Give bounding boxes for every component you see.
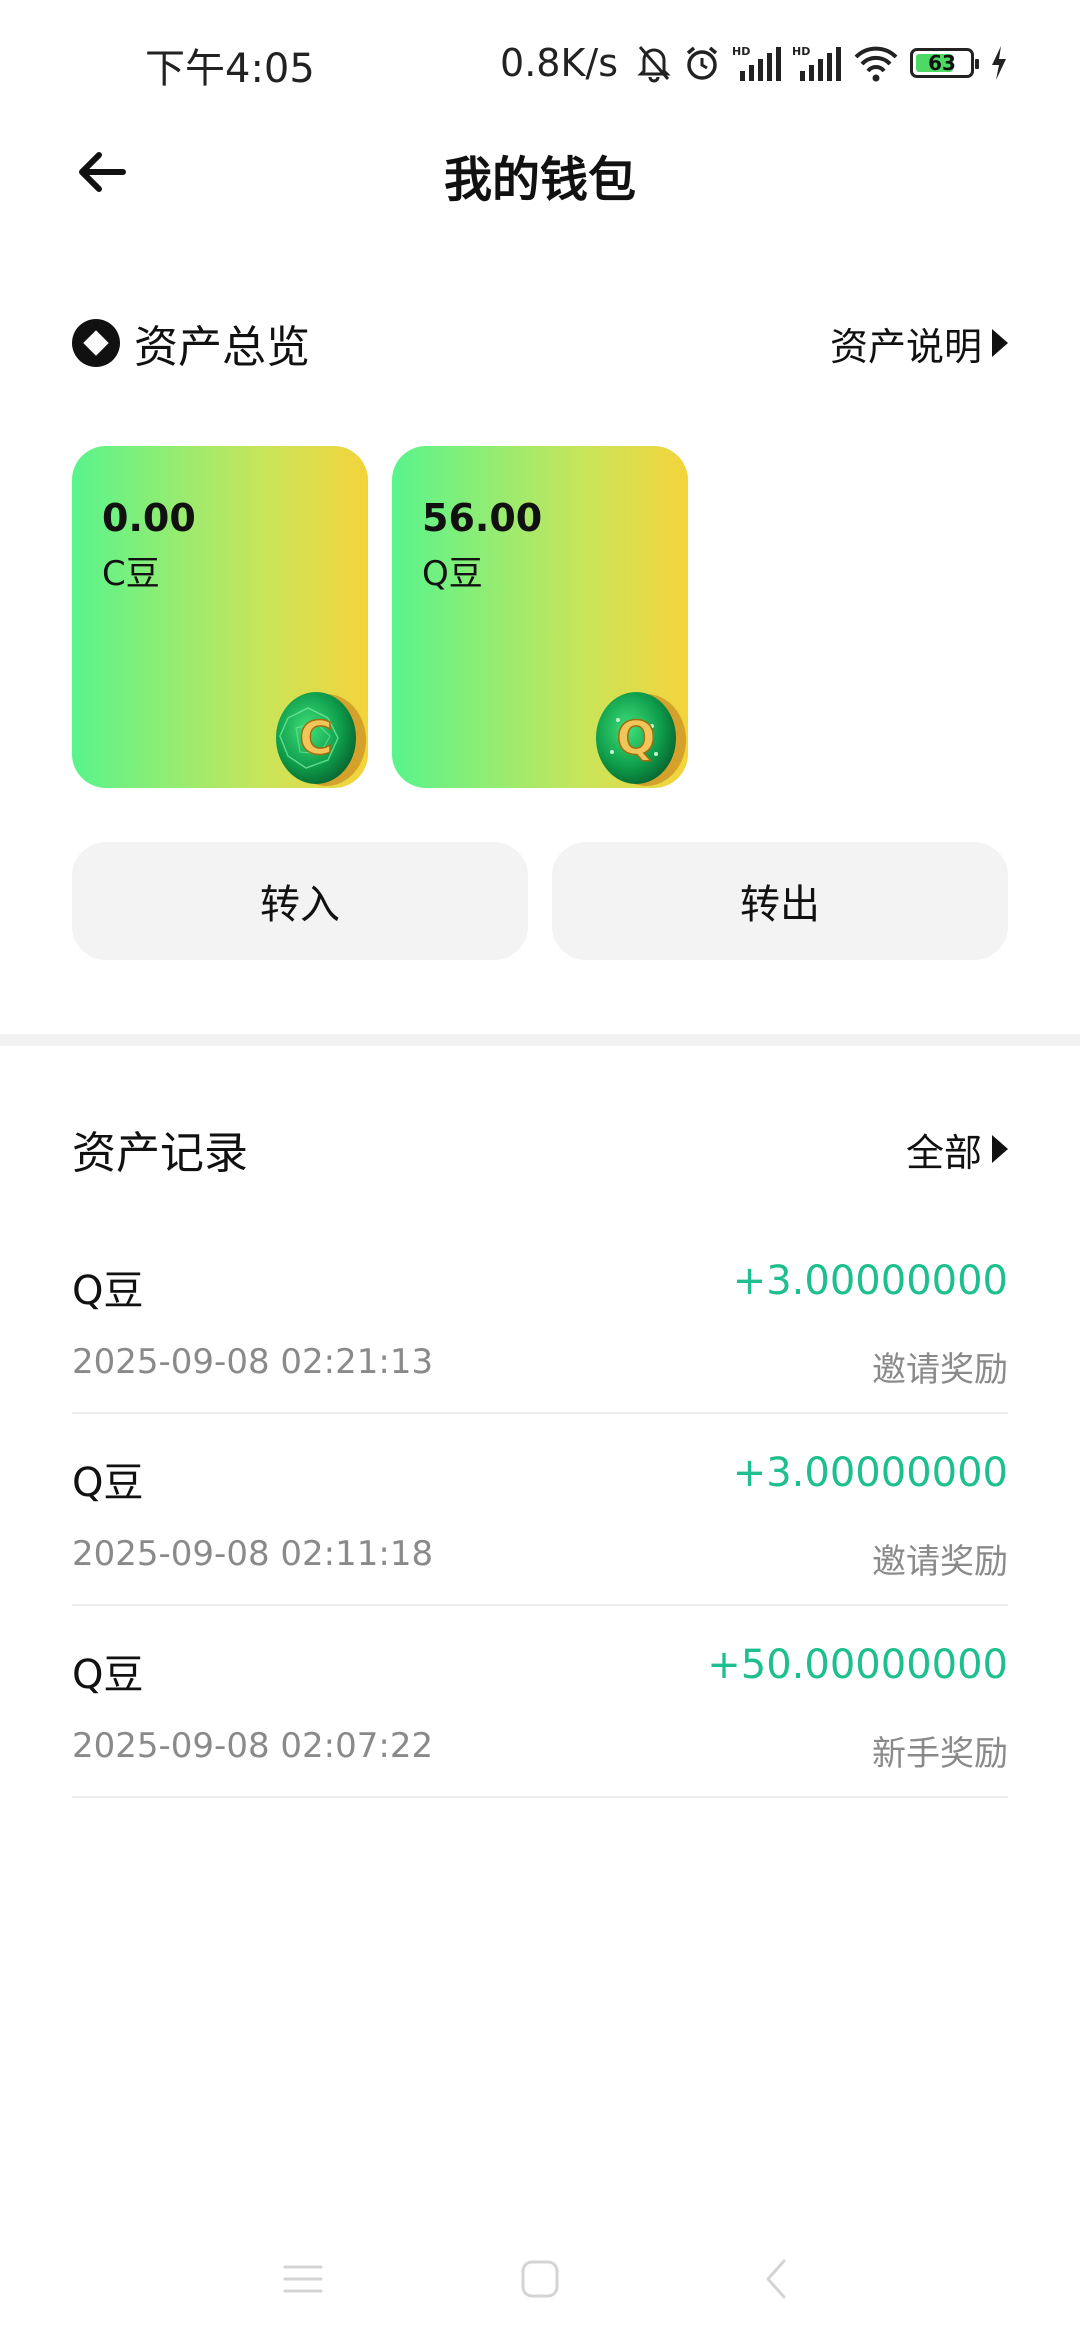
card-amount: 0.00 bbox=[102, 496, 196, 540]
wifi-icon bbox=[852, 43, 900, 83]
net-speed: 0.8K/s bbox=[500, 41, 618, 85]
status-time: 下午4:05 bbox=[145, 46, 315, 92]
record-type: 邀请奖励 bbox=[872, 1350, 1008, 1390]
all-records-link[interactable]: 全部 bbox=[906, 1122, 1008, 1177]
c-coin-icon: C bbox=[276, 692, 366, 786]
card-name: Q豆 bbox=[422, 554, 483, 594]
battery-level: 63 bbox=[928, 51, 956, 75]
page-title: 我的钱包 bbox=[443, 152, 636, 208]
system-nav-bar bbox=[0, 2240, 1080, 2320]
triangle-right-icon bbox=[992, 1135, 1008, 1163]
record-amount: +3.00000000 bbox=[732, 1450, 1008, 1496]
transfer-buttons: 转入 转出 bbox=[72, 842, 1008, 960]
records-header: 资产记录 全部 bbox=[72, 1118, 1008, 1180]
asset-explain-label: 资产说明 bbox=[829, 324, 982, 369]
list-item[interactable]: Q豆 +3.00000000 2025-09-08 02:11:18 邀请奖励 bbox=[72, 1414, 1008, 1606]
record-name: Q豆 bbox=[72, 1460, 144, 1506]
records-list: Q豆 +3.00000000 2025-09-08 02:21:13 邀请奖励 … bbox=[72, 1222, 1008, 1798]
asset-card-q[interactable]: 56.00 Q豆 Q bbox=[392, 446, 688, 788]
status-icons: 0.8K/s HD HD 63 bbox=[500, 38, 1008, 88]
home-nav-button[interactable] bbox=[510, 2254, 570, 2304]
home-square-icon bbox=[521, 2260, 559, 2298]
record-type: 邀请奖励 bbox=[872, 1542, 1008, 1582]
record-date: 2025-09-08 02:21:13 bbox=[72, 1342, 434, 1382]
alarm-icon bbox=[682, 43, 722, 83]
section-divider bbox=[0, 1034, 1080, 1046]
coin-letter: Q bbox=[616, 711, 655, 765]
record-amount: +3.00000000 bbox=[732, 1258, 1008, 1304]
overview-header: 资产总览 资产说明 bbox=[72, 312, 1008, 374]
list-item[interactable]: Q豆 +50.00000000 2025-09-08 02:07:22 新手奖励 bbox=[72, 1606, 1008, 1798]
back-nav-button[interactable] bbox=[746, 2254, 806, 2304]
triangle-right-icon bbox=[992, 329, 1008, 357]
transfer-out-button[interactable]: 转出 bbox=[552, 842, 1008, 960]
diamond-icon bbox=[72, 319, 120, 367]
menu-nav-button[interactable] bbox=[273, 2254, 333, 2304]
bell-muted-icon bbox=[636, 43, 672, 83]
record-date: 2025-09-08 02:11:18 bbox=[72, 1534, 434, 1574]
hd-signal-icon: HD bbox=[732, 43, 782, 83]
battery-icon: 63 bbox=[910, 48, 979, 78]
svg-text:HD: HD bbox=[792, 45, 810, 58]
back-chevron-icon bbox=[766, 2259, 786, 2299]
record-name: Q豆 bbox=[72, 1268, 144, 1314]
q-coin-icon: Q bbox=[596, 692, 686, 786]
record-name: Q豆 bbox=[72, 1652, 144, 1698]
record-date: 2025-09-08 02:07:22 bbox=[72, 1726, 434, 1766]
card-name: C豆 bbox=[102, 554, 160, 594]
overview-title: 资产总览 bbox=[134, 322, 310, 373]
asset-explain-link[interactable]: 资产说明 bbox=[830, 316, 1008, 371]
coin-letter: C bbox=[299, 711, 333, 765]
overview-title-group: 资产总览 bbox=[72, 311, 310, 375]
asset-card-c[interactable]: 0.00 C豆 C bbox=[72, 446, 368, 788]
all-records-label: 全部 bbox=[905, 1130, 982, 1175]
hd-signal-icon: HD bbox=[792, 43, 842, 83]
records-title: 资产记录 bbox=[72, 1128, 248, 1179]
header: 我的钱包 bbox=[0, 120, 1080, 220]
svg-text:HD: HD bbox=[732, 45, 750, 58]
transfer-in-button[interactable]: 转入 bbox=[72, 842, 528, 960]
menu-icon bbox=[283, 2265, 323, 2293]
asset-cards: 0.00 C豆 C 56.00 Q豆 Q bbox=[72, 446, 688, 788]
card-amount: 56.00 bbox=[422, 496, 543, 540]
status-bar: 下午4:05 0.8K/s HD HD 63 bbox=[0, 0, 1080, 120]
record-amount: +50.00000000 bbox=[707, 1642, 1008, 1688]
list-item[interactable]: Q豆 +3.00000000 2025-09-08 02:21:13 邀请奖励 bbox=[72, 1222, 1008, 1414]
charging-icon bbox=[990, 46, 1008, 80]
record-type: 新手奖励 bbox=[872, 1734, 1008, 1774]
